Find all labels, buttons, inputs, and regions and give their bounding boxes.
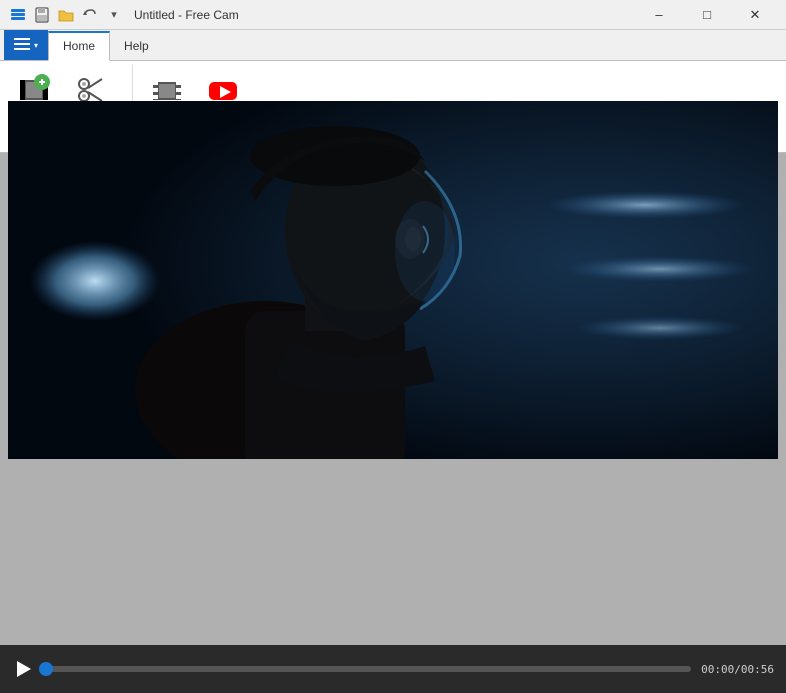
title-bar: ▾ Untitled - Free Cam – □ ✕ xyxy=(0,0,786,30)
title-text: Untitled - Free Cam xyxy=(134,8,239,22)
time-display: 00:00/00:56 xyxy=(701,663,774,676)
play-icon xyxy=(17,661,31,677)
play-button[interactable] xyxy=(12,657,36,681)
qa-save-icon[interactable] xyxy=(32,5,52,25)
tab-help[interactable]: Help xyxy=(110,30,163,60)
close-button[interactable]: ✕ xyxy=(732,0,778,30)
tab-home[interactable]: Home xyxy=(48,31,110,61)
minimize-button[interactable]: – xyxy=(636,0,682,30)
title-bar-controls: – □ ✕ xyxy=(636,0,778,30)
main-content xyxy=(0,153,786,407)
file-btn-arrow: ▾ xyxy=(34,41,38,50)
qa-file-icon[interactable] xyxy=(8,5,28,25)
title-bar-left: ▾ Untitled - Free Cam xyxy=(8,5,239,25)
file-btn-icon xyxy=(14,38,30,53)
maximize-button[interactable]: □ xyxy=(684,0,730,30)
qa-dropdown-icon[interactable]: ▾ xyxy=(104,5,124,25)
person-figure xyxy=(8,101,778,459)
ribbon-tabs: ▾ Home Help xyxy=(0,30,786,60)
video-area xyxy=(8,101,778,459)
quick-access-toolbar: ▾ xyxy=(8,5,124,25)
qa-open-icon[interactable] xyxy=(56,5,76,25)
progress-thumb[interactable] xyxy=(39,662,53,676)
video-scene xyxy=(8,101,778,459)
ribbon-file-button[interactable]: ▾ xyxy=(4,30,48,60)
qa-undo-icon[interactable] xyxy=(80,5,100,25)
playback-bar: 00:00/00:56 xyxy=(0,645,786,693)
progress-track[interactable] xyxy=(46,666,691,672)
